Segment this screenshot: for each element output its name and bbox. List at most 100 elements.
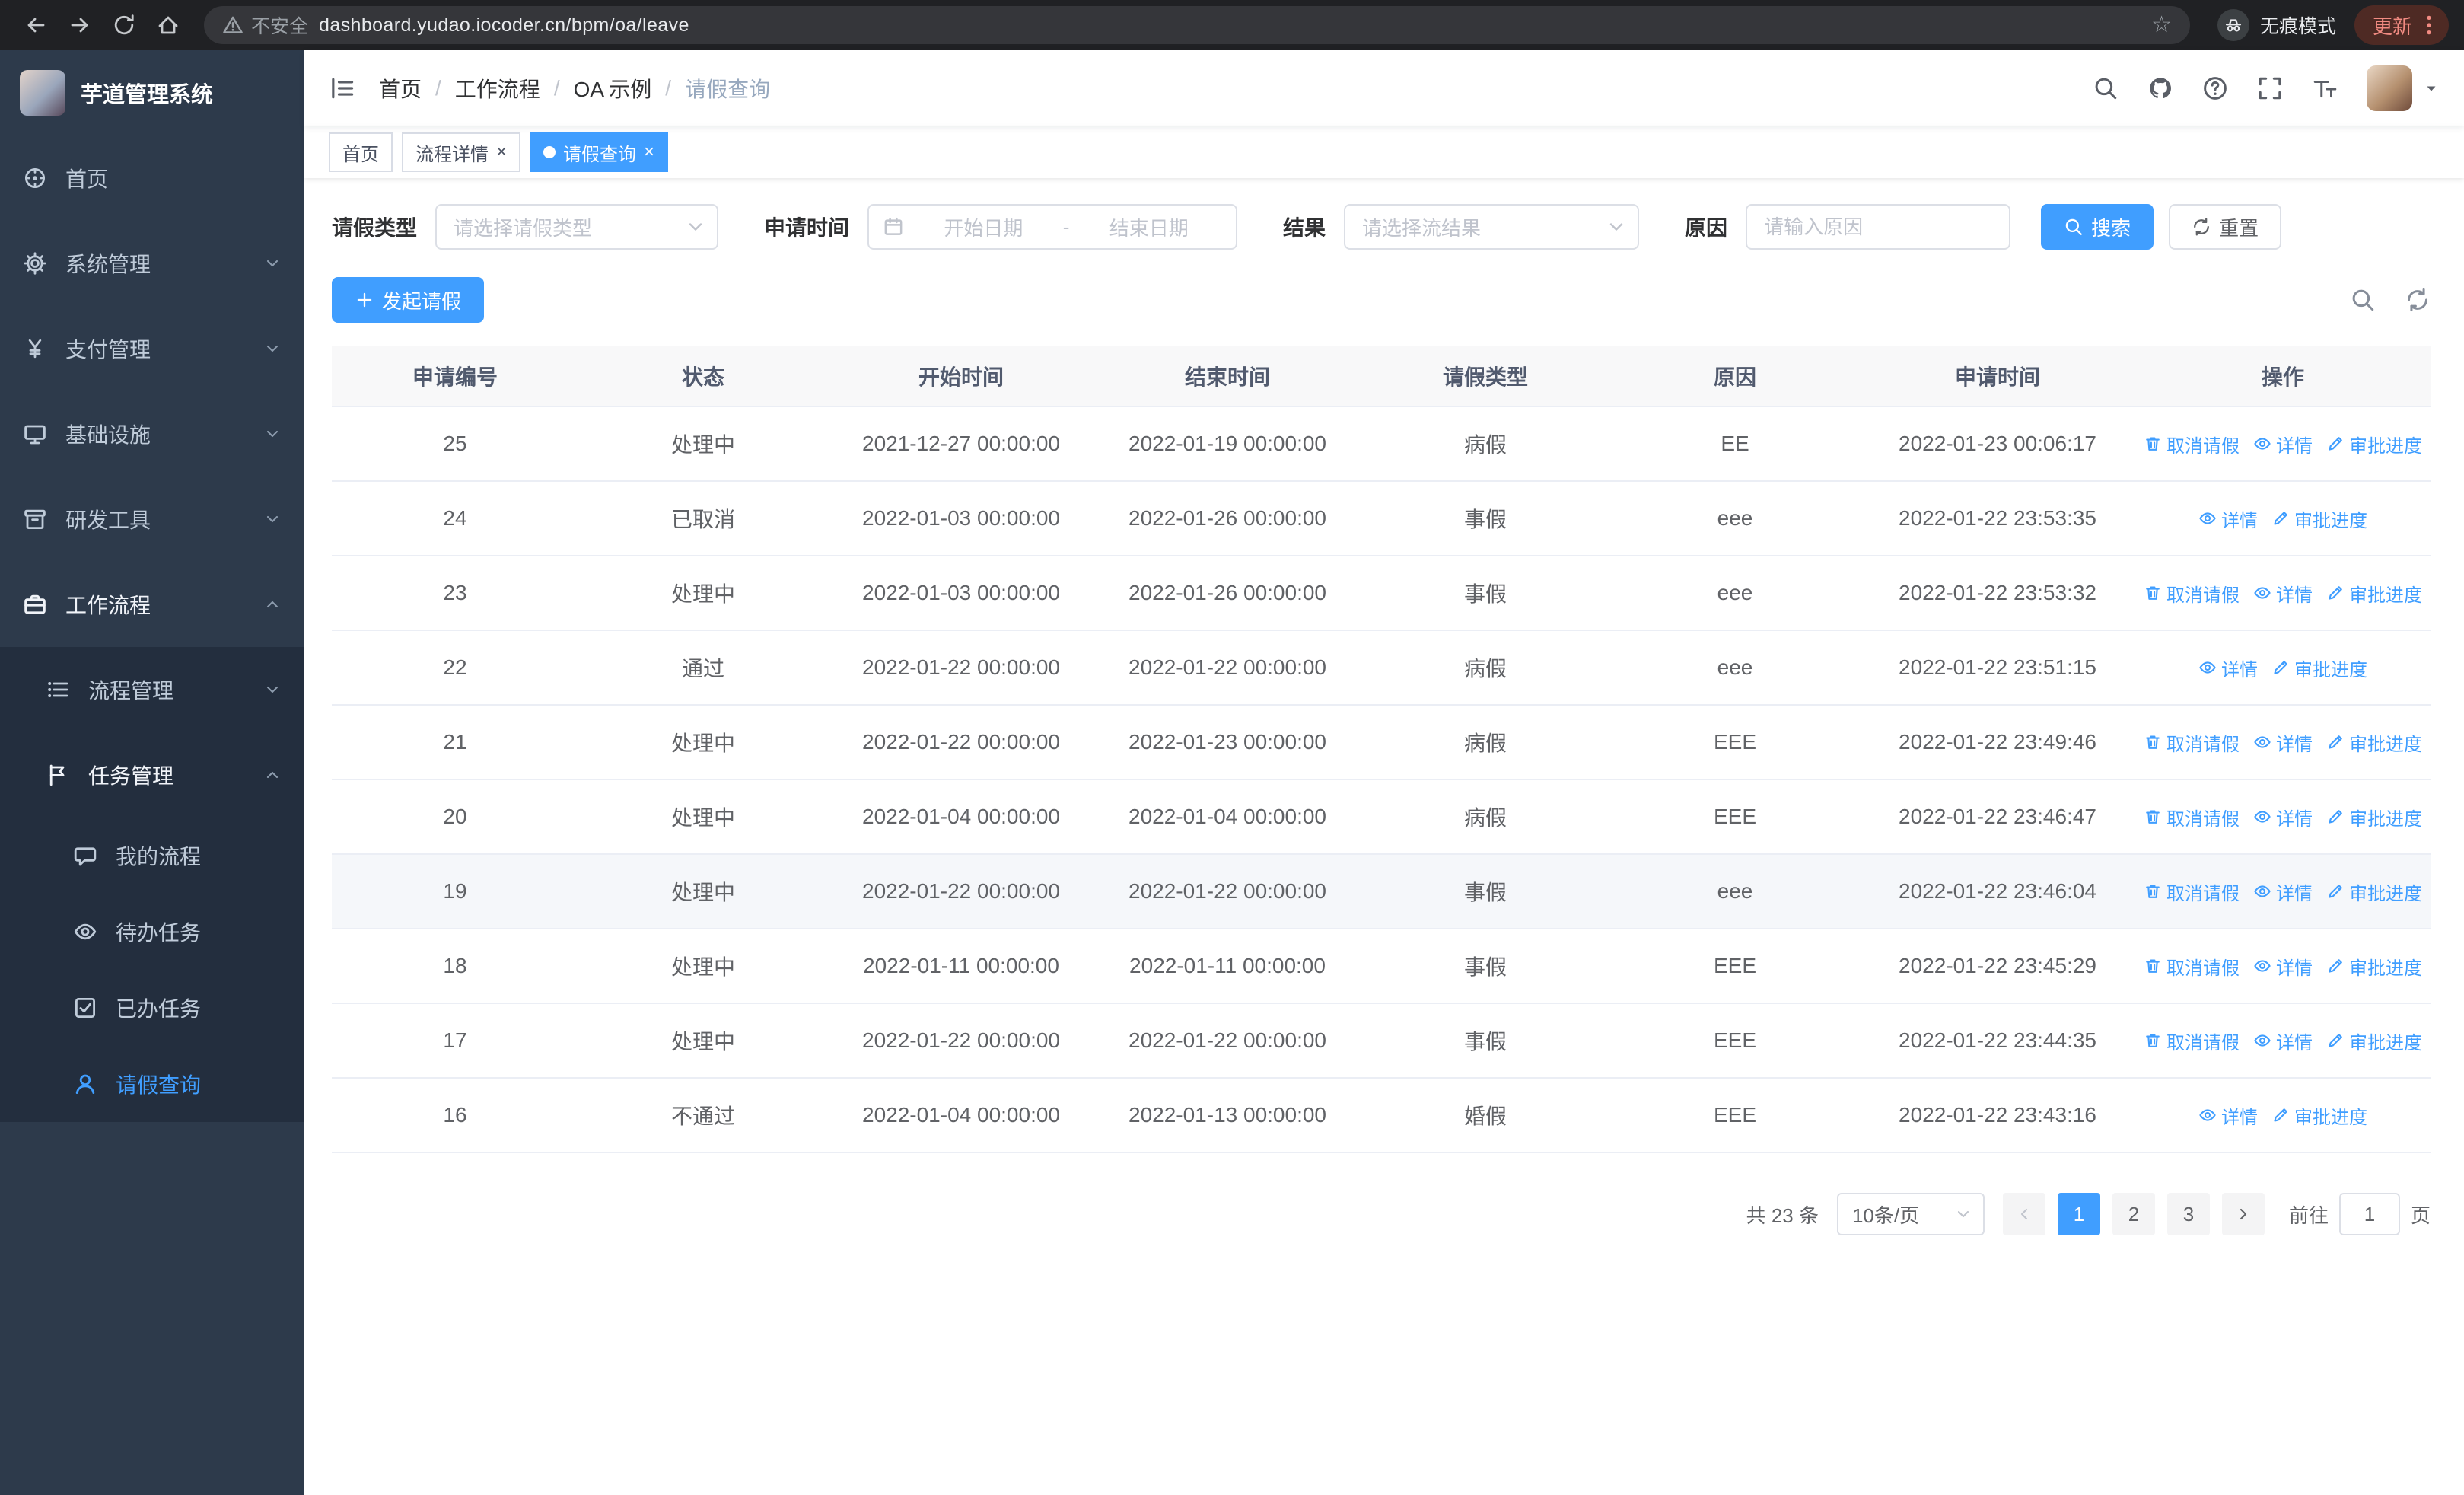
detail-link[interactable]: 详情 <box>2253 878 2313 905</box>
apply-time-range-picker[interactable]: 开始日期 - 结束日期 <box>867 204 1238 250</box>
tab-home[interactable]: 首页 <box>329 132 393 172</box>
breadcrumb-workflow[interactable]: 工作流程 <box>455 73 540 104</box>
prev-page-button[interactable] <box>2002 1193 2045 1235</box>
close-icon[interactable]: × <box>496 143 507 161</box>
forward-icon[interactable] <box>59 5 100 46</box>
detail-link[interactable]: 详情 <box>2198 655 2258 681</box>
search-icon[interactable] <box>2093 75 2119 101</box>
eye-icon <box>2253 584 2271 602</box>
cancel-leave-link[interactable]: 取消请假 <box>2144 580 2240 607</box>
sidebar-item-infrastructure[interactable]: 基础设施 <box>0 391 304 477</box>
help-icon[interactable] <box>2202 75 2228 101</box>
table-row[interactable]: 19 处理中 2022-01-22 00:00:00 2022-01-22 00… <box>332 854 2431 929</box>
create-leave-button[interactable]: 发起请假 <box>332 277 485 323</box>
font-size-icon[interactable] <box>2312 75 2338 101</box>
approval-progress-link[interactable]: 审批进度 <box>2271 505 2367 532</box>
table-row[interactable]: 24 已取消 2022-01-03 00:00:00 2022-01-26 00… <box>332 481 2431 556</box>
approval-progress-link[interactable]: 审批进度 <box>2326 580 2422 607</box>
detail-link[interactable]: 详情 <box>2253 729 2313 756</box>
detail-link[interactable]: 详情 <box>2198 1102 2258 1129</box>
bookmark-star-icon[interactable]: ☆ <box>2151 14 2172 37</box>
table-row[interactable]: 17 处理中 2022-01-22 00:00:00 2022-01-22 00… <box>332 1003 2431 1079</box>
trash-icon <box>2144 808 2162 826</box>
kebab-menu-icon[interactable] <box>2417 13 2441 37</box>
leave-type-select[interactable]: 请选择请假类型 <box>435 204 719 250</box>
not-secure-badge[interactable]: 不安全 <box>222 11 308 39</box>
cancel-leave-link[interactable]: 取消请假 <box>2144 804 2240 830</box>
browser-menu-button[interactable]: 更新 <box>2354 5 2449 45</box>
sidebar-item-system-mgmt[interactable]: 系统管理 <box>0 221 304 306</box>
reload-icon[interactable] <box>103 5 145 46</box>
detail-link[interactable]: 详情 <box>2198 505 2258 532</box>
cancel-leave-link[interactable]: 取消请假 <box>2144 878 2240 905</box>
home-icon[interactable] <box>148 5 189 46</box>
sidebar-item-done-tasks[interactable]: 已办任务 <box>0 970 304 1046</box>
sidebar-item-todo-tasks[interactable]: 待办任务 <box>0 894 304 970</box>
detail-link[interactable]: 详情 <box>2253 953 2313 980</box>
table-row[interactable]: 23 处理中 2022-01-03 00:00:00 2022-01-26 00… <box>332 556 2431 631</box>
tab-process-detail[interactable]: 流程详情 × <box>402 132 521 172</box>
approval-progress-link[interactable]: 审批进度 <box>2326 1028 2422 1054</box>
detail-link[interactable]: 详情 <box>2253 1028 2313 1054</box>
reset-button[interactable]: 重置 <box>2169 204 2282 250</box>
cell-status: 处理中 <box>578 705 828 780</box>
table-row[interactable]: 16 不通过 2022-01-04 00:00:00 2022-01-13 00… <box>332 1078 2431 1153</box>
table-row[interactable]: 22 通过 2022-01-22 00:00:00 2022-01-22 00:… <box>332 630 2431 706</box>
page-button-1[interactable]: 1 <box>2057 1193 2100 1235</box>
approval-progress-link[interactable]: 审批进度 <box>2326 878 2422 905</box>
col-apply-time: 申请时间 <box>1860 346 2135 407</box>
approval-progress-link[interactable]: 审批进度 <box>2326 804 2422 830</box>
table-row[interactable]: 21 处理中 2022-01-22 00:00:00 2022-01-23 00… <box>332 705 2431 780</box>
github-icon[interactable] <box>2147 75 2173 101</box>
back-icon[interactable] <box>15 5 56 46</box>
sidebar-item-my-processes[interactable]: 我的流程 <box>0 818 304 894</box>
cell-end-time: 2022-01-23 00:00:00 <box>1094 705 1361 780</box>
goto-page-input[interactable] <box>2338 1193 2400 1235</box>
sidebar-item-process-mgmt[interactable]: 流程管理 <box>0 647 304 732</box>
avatar[interactable] <box>2367 65 2412 111</box>
table-row[interactable]: 20 处理中 2022-01-04 00:00:00 2022-01-04 00… <box>332 779 2431 855</box>
breadcrumb-oa-example[interactable]: OA 示例 <box>574 73 652 104</box>
sidebar-toggle-icon[interactable] <box>329 75 356 102</box>
close-icon[interactable]: × <box>644 143 654 161</box>
sidebar-item-workflow[interactable]: 工作流程 <box>0 562 304 647</box>
sidebar-item-task-mgmt[interactable]: 任务管理 <box>0 732 304 818</box>
page-button-2[interactable]: 2 <box>2112 1193 2155 1235</box>
caret-down-icon[interactable] <box>2423 80 2440 97</box>
cell-start-time: 2022-01-22 00:00:00 <box>828 705 1094 780</box>
sidebar-item-payment-mgmt[interactable]: 支付管理 <box>0 306 304 391</box>
table-row[interactable]: 25 处理中 2021-12-27 00:00:00 2022-01-19 00… <box>332 406 2431 482</box>
fullscreen-icon[interactable] <box>2257 75 2283 101</box>
cancel-leave-link[interactable]: 取消请假 <box>2144 953 2240 980</box>
search-button[interactable]: 搜索 <box>2041 204 2154 250</box>
detail-link[interactable]: 详情 <box>2253 580 2313 607</box>
cancel-leave-link[interactable]: 取消请假 <box>2144 729 2240 756</box>
sidebar-item-leave-query[interactable]: 请假查询 <box>0 1046 304 1122</box>
cancel-leave-link[interactable]: 取消请假 <box>2144 1028 2240 1054</box>
sidebar-item-home[interactable]: 首页 <box>0 135 304 221</box>
approval-progress-link[interactable]: 审批进度 <box>2326 729 2422 756</box>
page-size-select[interactable]: 10条/页 <box>1836 1193 1985 1235</box>
page-button-3[interactable]: 3 <box>2166 1193 2210 1235</box>
approval-progress-link[interactable]: 审批进度 <box>2271 655 2367 681</box>
cell-start-time: 2022-01-04 00:00:00 <box>828 779 1094 855</box>
toggle-search-icon[interactable] <box>2350 287 2376 313</box>
refresh-table-icon[interactable] <box>2405 287 2431 313</box>
result-select[interactable]: 请选择流结果 <box>1344 204 1640 250</box>
approval-progress-link[interactable]: 审批进度 <box>2326 431 2422 457</box>
table-row[interactable]: 18 处理中 2022-01-11 00:00:00 2022-01-11 00… <box>332 929 2431 1004</box>
detail-link[interactable]: 详情 <box>2253 804 2313 830</box>
cancel-leave-link[interactable]: 取消请假 <box>2144 431 2240 457</box>
detail-link[interactable]: 详情 <box>2253 431 2313 457</box>
eye-icon <box>2253 1031 2271 1050</box>
url-bar[interactable]: 不安全 dashboard.yudao.iocoder.cn/bpm/oa/le… <box>204 6 2190 44</box>
cell-status: 处理中 <box>578 779 828 855</box>
next-page-button[interactable] <box>2221 1193 2265 1235</box>
approval-progress-link[interactable]: 审批进度 <box>2326 953 2422 980</box>
sidebar-item-dev-tools[interactable]: 研发工具 <box>0 477 304 562</box>
reason-input[interactable] <box>1746 204 2011 250</box>
approval-progress-link[interactable]: 审批进度 <box>2271 1102 2367 1129</box>
tab-leave-query[interactable]: 请假查询 × <box>530 132 669 172</box>
breadcrumb-home[interactable]: 首页 <box>379 73 422 104</box>
not-secure-label: 不安全 <box>251 16 309 37</box>
